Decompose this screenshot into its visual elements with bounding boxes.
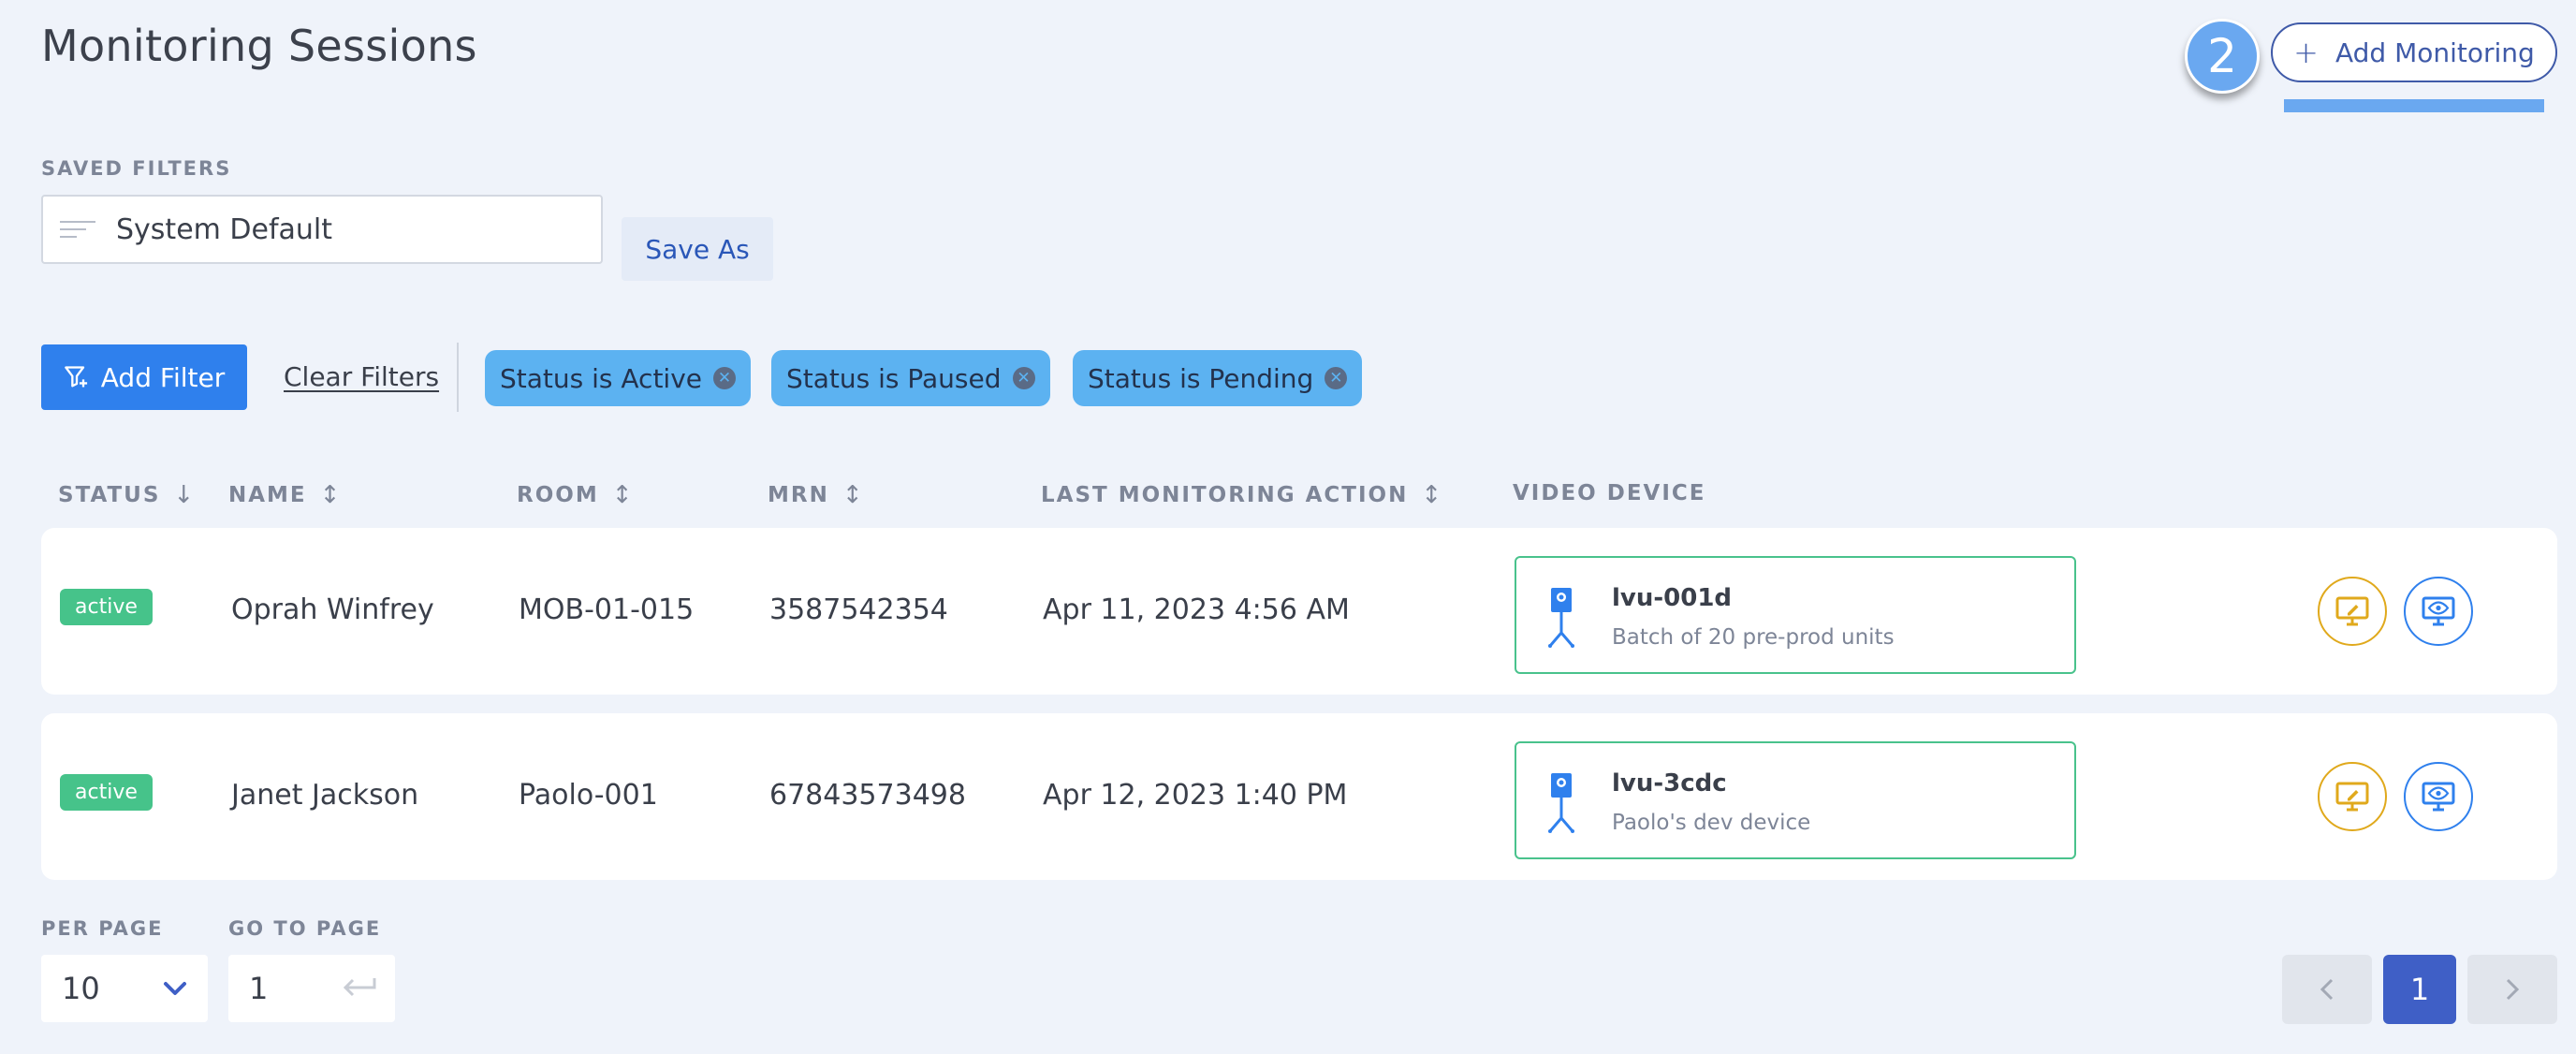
patient-name: Oprah Winfrey: [231, 593, 434, 626]
column-header-video-device: VIDEO DEVICE: [1513, 481, 1705, 505]
save-as-button[interactable]: Save As: [622, 217, 773, 281]
column-header-label: VIDEO DEVICE: [1513, 481, 1706, 505]
column-header-label: ROOM: [517, 483, 599, 507]
device-description: Batch of 20 pre-prod units: [1612, 625, 1895, 650]
add-filter-button[interactable]: Add Filter: [41, 344, 247, 410]
next-page-button[interactable]: [2467, 955, 2557, 1024]
add-monitoring-label: Add Monitoring: [2334, 37, 2535, 68]
last-monitoring-action: Apr 11, 2023 4:56 AM: [1043, 593, 1350, 626]
column-header-status[interactable]: STATUS ↓: [58, 481, 194, 509]
per-page-select[interactable]: 10: [41, 955, 208, 1022]
plus-icon: +: [2293, 35, 2319, 70]
per-page-value: 10: [62, 971, 100, 1006]
table-row[interactable]: active Oprah Winfrey MOB-01-015 35875423…: [41, 528, 2557, 695]
table-row[interactable]: active Janet Jackson Paolo-001 678435734…: [41, 713, 2557, 880]
column-header-name[interactable]: NAME ↕: [228, 481, 340, 509]
filter-chip-status-active[interactable]: Status is Active ✕: [485, 350, 752, 406]
room: Paolo-001: [519, 779, 658, 812]
close-circle-icon[interactable]: ✕: [1012, 367, 1035, 389]
takeover-button[interactable]: [2318, 577, 2387, 646]
saved-filters-label: SAVED FILTERS: [41, 157, 232, 180]
room: MOB-01-015: [519, 593, 695, 626]
column-header-last-action[interactable]: LAST MONITORING ACTION ↕: [1041, 481, 1442, 509]
add-filter-label: Add Filter: [100, 361, 226, 393]
device-name: lvu-001d: [1612, 584, 1733, 612]
chevron-down-icon: [164, 982, 186, 995]
previous-page-button[interactable]: [2282, 955, 2372, 1024]
takeover-button[interactable]: [2318, 762, 2387, 831]
filter-add-icon: [64, 366, 87, 388]
filter-chip-label: Status is Paused: [786, 362, 1002, 394]
go-to-page-input[interactable]: 1: [228, 955, 395, 1022]
sort-icon: ↕: [1421, 481, 1442, 509]
sort-icon: ↕: [611, 481, 633, 509]
sort-icon: ↕: [842, 481, 863, 509]
chevron-right-icon: [2506, 978, 2520, 1001]
page-number-current[interactable]: 1: [2383, 955, 2456, 1024]
page-title: Monitoring Sessions: [41, 21, 477, 71]
filter-chip-status-pending[interactable]: Status is Pending ✕: [1073, 350, 1363, 406]
mrn: 3587542354: [769, 593, 948, 626]
camera-stand-icon: [1548, 588, 1574, 648]
monitor-eye-icon: [2422, 782, 2455, 812]
saved-filter-select[interactable]: System Default: [41, 195, 603, 264]
camera-stand-icon: [1548, 773, 1574, 833]
close-circle-icon[interactable]: ✕: [1325, 367, 1348, 389]
video-device-card[interactable]: lvu-3cdc Paolo's dev device: [1515, 741, 2076, 859]
patient-name: Janet Jackson: [231, 779, 419, 812]
last-monitoring-action: Apr 12, 2023 1:40 PM: [1043, 779, 1348, 812]
saved-filter-value: System Default: [116, 212, 333, 246]
status-badge: active: [60, 589, 153, 625]
step-badge: 2: [2185, 19, 2260, 94]
clear-filters-link[interactable]: Clear Filters: [284, 361, 439, 392]
column-header-label: LAST MONITORING ACTION: [1041, 483, 1409, 507]
device-name: lvu-3cdc: [1612, 769, 1727, 798]
status-badge-wrap: active: [60, 774, 153, 811]
view-button[interactable]: [2404, 762, 2473, 831]
highlight-bar: [2284, 99, 2544, 112]
chevron-left-icon: [2320, 978, 2334, 1001]
enter-arrow-icon[interactable]: [341, 976, 378, 1001]
monitor-eye-icon: [2422, 596, 2455, 626]
monitor-edit-icon: [2335, 596, 2369, 626]
per-page-label: PER PAGE: [41, 917, 164, 940]
filter-chip-status-paused[interactable]: Status is Paused ✕: [771, 350, 1050, 406]
status-badge-wrap: active: [60, 589, 153, 625]
column-header-label: STATUS: [58, 483, 161, 507]
filter-chip-label: Status is Active: [500, 362, 703, 394]
go-to-page-value: 1: [249, 971, 269, 1006]
status-badge: active: [60, 774, 153, 811]
close-circle-icon[interactable]: ✕: [713, 367, 737, 389]
device-description: Paolo's dev device: [1612, 811, 1811, 835]
column-header-label: NAME: [228, 483, 307, 507]
video-device-card[interactable]: lvu-001d Batch of 20 pre-prod units: [1515, 556, 2076, 674]
monitor-edit-icon: [2335, 782, 2369, 812]
mrn: 67843573498: [769, 779, 966, 812]
sort-icon: ↕: [319, 481, 341, 509]
filter-divider: [457, 343, 459, 412]
column-header-room[interactable]: ROOM ↕: [517, 481, 633, 509]
filter-lines-icon: [60, 221, 97, 238]
add-monitoring-button[interactable]: + Add Monitoring: [2271, 22, 2557, 82]
column-header-label: MRN: [768, 483, 829, 507]
go-to-page-label: GO TO PAGE: [228, 917, 382, 940]
filter-chip-label: Status is Pending: [1088, 362, 1314, 394]
view-button[interactable]: [2404, 577, 2473, 646]
column-header-mrn[interactable]: MRN ↕: [768, 481, 863, 509]
arrow-down-icon: ↓: [173, 481, 195, 509]
